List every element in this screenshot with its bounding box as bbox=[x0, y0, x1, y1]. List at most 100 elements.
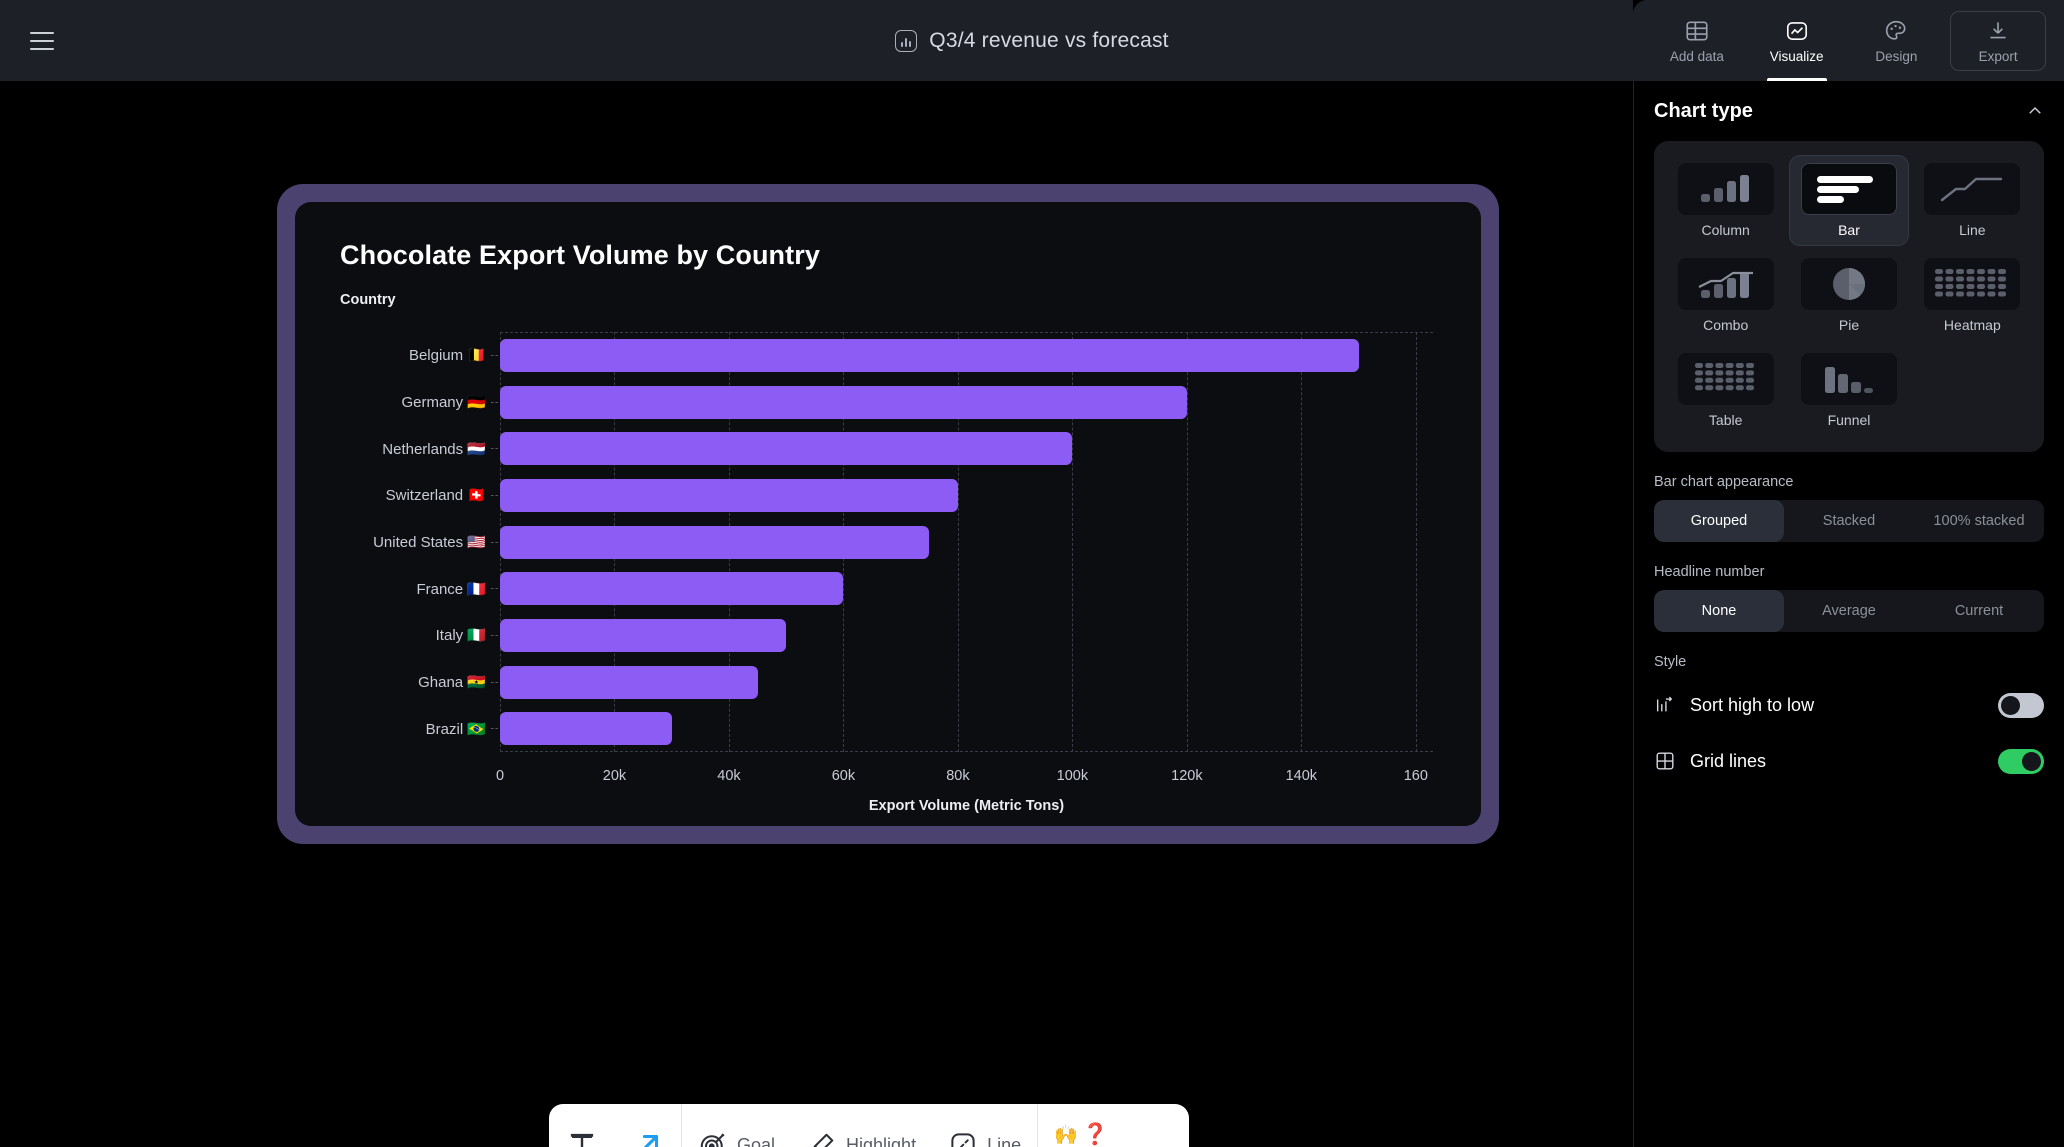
bar[interactable] bbox=[500, 665, 758, 699]
bar-row: Switzerland 🇨🇭 bbox=[386, 472, 1433, 519]
appearance-label: Bar chart appearance bbox=[1654, 474, 1794, 490]
headline-label: Headline number bbox=[1654, 564, 1765, 580]
canvas-area: Chocolate Export Volume by Country Count… bbox=[0, 81, 1633, 1147]
axis-tick-mark bbox=[491, 448, 498, 450]
bar-row: Ghana 🇬🇭 bbox=[418, 659, 1433, 706]
style-row-grid: Grid lines bbox=[1654, 736, 2044, 786]
bar[interactable] bbox=[500, 478, 958, 512]
chart-type-combo[interactable]: Combo bbox=[1666, 250, 1785, 341]
chart-type-label: Table bbox=[1708, 412, 1743, 428]
segment-grouped[interactable]: Grouped bbox=[1654, 500, 1784, 542]
x-tick-label: 40k bbox=[717, 768, 741, 784]
goal-target-icon bbox=[700, 1133, 725, 1147]
x-tick-label: 60k bbox=[831, 768, 856, 784]
sort-bars-icon bbox=[1656, 696, 1673, 712]
heatmap-icon bbox=[1924, 258, 2021, 310]
category-label: France 🇫🇷 bbox=[416, 580, 486, 598]
chart-type-column[interactable]: Column bbox=[1666, 155, 1785, 246]
text-tool-icon bbox=[570, 1133, 594, 1147]
axis-tick-mark bbox=[491, 401, 498, 403]
style-row-sort: Sort high to low bbox=[1654, 680, 2044, 730]
grid-lines-toggle[interactable] bbox=[1998, 748, 2044, 774]
x-tick-label: 120k bbox=[1171, 768, 1203, 784]
x-axis-title: Export Volume (Metric Tons) bbox=[868, 798, 1065, 814]
category-label: Brazil 🇧🇷 bbox=[425, 720, 486, 738]
tool-label: Goal bbox=[737, 1134, 776, 1147]
segment-100-stacked[interactable]: 100% stacked bbox=[1914, 500, 2044, 542]
bar[interactable] bbox=[500, 385, 1187, 419]
bar[interactable] bbox=[500, 572, 844, 606]
palette-icon bbox=[1886, 20, 1906, 40]
category-label: Germany 🇩🇪 bbox=[401, 394, 486, 411]
segment-current[interactable]: Current bbox=[1914, 590, 2044, 632]
goal-tool-button[interactable]: Goal bbox=[682, 1104, 791, 1147]
tool-label: Highlight bbox=[846, 1134, 917, 1147]
segment-none[interactable]: None bbox=[1654, 590, 1784, 632]
chart-type-funnel[interactable]: Funnel bbox=[1789, 345, 1908, 436]
table-icon bbox=[1686, 21, 1708, 40]
chart-type-section-header[interactable]: Chart type bbox=[1654, 81, 2044, 141]
sort-high-to-low-toggle[interactable] bbox=[1998, 692, 2044, 718]
x-tick-label: 0 bbox=[495, 768, 505, 784]
bar-row: Germany 🇩🇪 bbox=[401, 379, 1433, 426]
bar[interactable] bbox=[500, 432, 1073, 466]
axis-tick-mark bbox=[491, 681, 498, 683]
highlighter-icon bbox=[813, 1133, 834, 1147]
text-tool-button[interactable] bbox=[549, 1104, 615, 1147]
top-right-toolbar: Add data Visualize Design Export bbox=[1633, 0, 2064, 81]
pie-chart-icon bbox=[1800, 258, 1897, 310]
bar[interactable] bbox=[500, 618, 787, 652]
chart-type-heatmap[interactable]: Heatmap bbox=[1913, 250, 2032, 341]
right-panel: Chart type Column Bar Line Combo Pie Heatmap T… bbox=[1633, 81, 2064, 1147]
category-label: Belgium 🇧🇪 bbox=[408, 347, 486, 365]
download-icon bbox=[1990, 21, 2006, 38]
axis-tick-mark bbox=[491, 494, 498, 496]
category-label: Switzerland 🇨🇭 bbox=[385, 487, 486, 505]
sticker-tool-button[interactable]: 🙌 ❓ 💎 Let's Go! bbox=[1038, 1104, 1128, 1147]
tab-visualize[interactable]: Visualize bbox=[1751, 0, 1843, 81]
tab-design[interactable]: Design bbox=[1850, 0, 1942, 81]
line-tool-button[interactable]: Line bbox=[932, 1104, 1037, 1147]
tab-label: Export bbox=[1978, 48, 2018, 64]
bar-row: United States 🇺🇸 bbox=[373, 519, 1433, 566]
tab-label: Design bbox=[1875, 48, 1918, 64]
x-tick-label: 20k bbox=[602, 768, 627, 784]
svg-text:❓: ❓ bbox=[1082, 1121, 1108, 1146]
axis-tick-mark bbox=[491, 588, 498, 590]
arrow-tool-button[interactable] bbox=[615, 1104, 681, 1147]
highlight-tool-button[interactable]: Highlight bbox=[791, 1104, 932, 1147]
chart-card[interactable]: Chocolate Export Volume by Country Count… bbox=[277, 184, 1499, 844]
category-label: Italy 🇮🇹 bbox=[435, 627, 486, 645]
chart-type-label: Bar bbox=[1838, 222, 1860, 238]
chart-type-table[interactable]: Table bbox=[1666, 345, 1785, 436]
bar[interactable] bbox=[500, 712, 672, 746]
x-tick-label: 100k bbox=[1056, 768, 1089, 784]
annotation-toolbar: Goal Highlight Line 🙌 ❓ bbox=[549, 1104, 1189, 1147]
chart-panel: Chocolate Export Volume by Country Count… bbox=[295, 202, 1481, 826]
chart-type-line[interactable]: Line bbox=[1913, 155, 2032, 246]
tab-label: Add data bbox=[1669, 48, 1724, 64]
axis-tick-mark bbox=[491, 541, 498, 543]
category-label: Ghana 🇬🇭 bbox=[418, 674, 486, 692]
chart-type-label: Pie bbox=[1838, 317, 1860, 333]
bar[interactable] bbox=[500, 525, 930, 559]
chart-type-grid: Column Bar Line Combo Pie Heatmap Table Funnel bbox=[1654, 141, 2044, 452]
line-chart-icon bbox=[1924, 163, 2021, 215]
funnel-chart-icon bbox=[1800, 353, 1897, 405]
tab-add-data[interactable]: Add data bbox=[1651, 0, 1743, 81]
export-button[interactable]: Export bbox=[1950, 10, 2047, 71]
chart-type-pie[interactable]: Pie bbox=[1789, 250, 1908, 341]
section-title: Chart type bbox=[1654, 99, 1753, 122]
column-chart-icon bbox=[1677, 163, 1774, 215]
segment-stacked[interactable]: Stacked bbox=[1784, 500, 1914, 542]
style-label: Style bbox=[1654, 654, 1687, 670]
hamburger-icon[interactable] bbox=[22, 21, 62, 61]
table-icon bbox=[1677, 353, 1774, 405]
chart-type-bar[interactable]: Bar bbox=[1789, 155, 1909, 246]
segment-average[interactable]: Average bbox=[1784, 590, 1914, 632]
chevron-up-icon[interactable] bbox=[2026, 102, 2044, 120]
chart-title: Chocolate Export Volume by Country bbox=[340, 240, 820, 270]
bar[interactable] bbox=[500, 338, 1359, 372]
svg-text:🙌: 🙌 bbox=[1054, 1124, 1078, 1146]
chart-type-label: Heatmap bbox=[1943, 317, 2001, 333]
